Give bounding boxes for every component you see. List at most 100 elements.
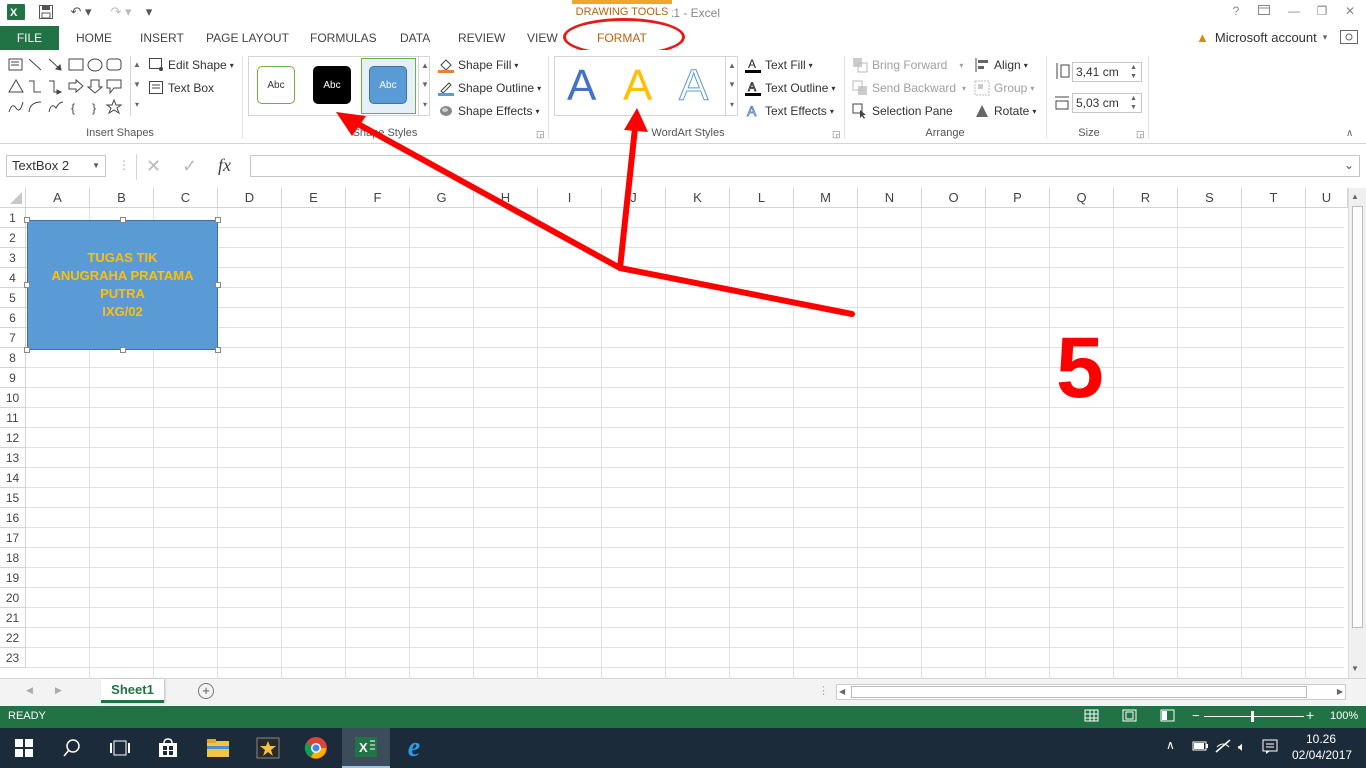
send-backward-button[interactable]: Send Backward ▾ <box>852 79 966 97</box>
row-header[interactable]: 23 <box>0 648 26 668</box>
zoom-out-icon[interactable]: − <box>1192 708 1200 723</box>
excel-taskbar-icon[interactable]: X <box>342 728 390 768</box>
file-explorer-icon[interactable] <box>194 728 242 768</box>
dialog-launcher-icon[interactable]: ◲ <box>536 129 545 140</box>
tab-data[interactable]: DATA <box>400 26 430 50</box>
enter-check-icon[interactable]: ✓ <box>182 156 197 176</box>
tab-formulas[interactable]: FORMULAS <box>310 26 377 50</box>
row-header[interactable]: 19 <box>0 568 26 588</box>
resize-handle[interactable] <box>120 347 126 353</box>
row-header[interactable]: 9 <box>0 368 26 388</box>
column-header[interactable]: L <box>730 188 794 208</box>
row-header[interactable]: 16 <box>0 508 26 528</box>
row-header[interactable]: 12 <box>0 428 26 448</box>
tab-insert[interactable]: INSERT <box>140 26 184 50</box>
column-header[interactable]: I <box>538 188 602 208</box>
zoom-level[interactable]: 100% <box>1330 710 1358 722</box>
column-header[interactable]: R <box>1114 188 1178 208</box>
ribbon-display-options-icon[interactable] <box>1252 4 1276 20</box>
column-header[interactable]: G <box>410 188 474 208</box>
wordart-styles-scroll[interactable]: ▲ ▼ ▾ <box>725 57 738 115</box>
expand-formula-bar-icon[interactable]: ⌄ <box>1344 158 1354 172</box>
select-all-corner[interactable] <box>0 188 26 208</box>
row-header[interactable]: 15 <box>0 488 26 508</box>
smiley-feedback-icon[interactable] <box>1340 30 1360 46</box>
store-icon[interactable] <box>144 728 192 768</box>
column-header[interactable]: A <box>26 188 90 208</box>
account-area[interactable]: ▲ Microsoft account ▾ <box>1196 28 1327 46</box>
selection-pane-button[interactable]: Selection Pane <box>852 102 953 120</box>
collapse-ribbon-icon[interactable]: ∧ <box>1346 128 1353 139</box>
sheet-scroll-right-icon[interactable]: ▶ <box>55 685 62 696</box>
shape-styles-scroll[interactable]: ▲ ▼ ▾ <box>418 57 431 115</box>
row-header[interactable]: 6 <box>0 308 26 328</box>
horizontal-scrollbar[interactable]: ◀ ▶ <box>836 684 1346 700</box>
wordart-style-outline[interactable]: A <box>678 61 708 110</box>
row-header[interactable]: 5 <box>0 288 26 308</box>
shape-outline-button[interactable]: Shape Outline ▾ <box>438 79 541 97</box>
text-effects-button[interactable]: A Text Effects ▾ <box>745 102 834 120</box>
network-icon[interactable] <box>1214 739 1232 753</box>
column-header[interactable]: S <box>1178 188 1242 208</box>
group-button[interactable]: Group ▾ <box>974 79 1034 97</box>
row-header[interactable]: 17 <box>0 528 26 548</box>
insert-function-icon[interactable]: fx <box>218 154 231 176</box>
dialog-launcher-icon[interactable]: ◲ <box>832 129 841 140</box>
column-header[interactable]: U <box>1306 188 1348 208</box>
row-header[interactable]: 4 <box>0 268 26 288</box>
column-header[interactable]: Q <box>1050 188 1114 208</box>
column-header[interactable]: M <box>794 188 858 208</box>
new-sheet-icon[interactable]: + <box>198 683 214 699</box>
bring-forward-button[interactable]: Bring Forward ▾ <box>852 56 963 74</box>
scroll-right-icon[interactable]: ▶ <box>1337 687 1343 696</box>
text-outline-button[interactable]: A Text Outline ▾ <box>745 79 835 97</box>
cancel-icon[interactable]: ✕ <box>146 156 161 176</box>
row-header[interactable]: 18 <box>0 548 26 568</box>
sheet-tab-sheet1[interactable]: Sheet1 <box>101 679 164 703</box>
text-box-button[interactable]: Text Box <box>148 79 214 97</box>
dialog-launcher-icon[interactable]: ◲ <box>1136 129 1145 140</box>
page-break-view-icon[interactable] <box>1160 709 1176 723</box>
tab-page-layout[interactable]: PAGE LAYOUT <box>206 26 289 50</box>
minimize-button[interactable]: — <box>1282 4 1306 20</box>
zoom-slider-thumb[interactable] <box>1251 711 1254 722</box>
restore-button[interactable]: ❐ <box>1310 4 1334 20</box>
width-spinner[interactable]: ▲ ▼ <box>1130 94 1137 112</box>
vertical-scrollbar[interactable]: ▲ ▼ <box>1348 188 1366 678</box>
windows-start-icon[interactable] <box>0 728 48 768</box>
row-header[interactable]: 7 <box>0 328 26 348</box>
column-header[interactable]: F <box>346 188 410 208</box>
height-spinner[interactable]: ▲ ▼ <box>1130 63 1137 81</box>
scroll-left-icon[interactable]: ◀ <box>839 687 845 696</box>
resize-handle[interactable] <box>215 347 221 353</box>
resize-handle[interactable] <box>24 282 30 288</box>
shape-style-blue-fill[interactable]: Abc <box>369 66 407 104</box>
row-header[interactable]: 21 <box>0 608 26 628</box>
column-header[interactable]: O <box>922 188 986 208</box>
shape-effects-button[interactable]: Shape Effects ▾ <box>438 102 540 120</box>
zoom-slider-track[interactable] <box>1204 716 1304 717</box>
shape-style-outline-green[interactable]: Abc <box>257 66 295 104</box>
sheet-scroll-left-icon[interactable]: ◀ <box>26 685 33 696</box>
column-header[interactable]: B <box>90 188 154 208</box>
column-header[interactable]: D <box>218 188 282 208</box>
row-header[interactable]: 3 <box>0 248 26 268</box>
row-header[interactable]: 8 <box>0 348 26 368</box>
wordart-style-gold[interactable]: A <box>623 62 652 110</box>
shape-style-black-fill[interactable]: Abc <box>313 66 351 104</box>
tab-home[interactable]: HOME <box>76 26 112 50</box>
scrollbar-thumb[interactable] <box>1352 206 1363 628</box>
scroll-down-icon[interactable]: ▼ <box>1351 664 1359 673</box>
page-layout-view-icon[interactable] <box>1122 709 1138 723</box>
row-header[interactable]: 10 <box>0 388 26 408</box>
textbox-shape[interactable]: TUGAS TIK ANUGRAHA PRATAMA PUTRA IXG/02 <box>27 220 218 350</box>
normal-view-icon[interactable] <box>1084 709 1100 723</box>
column-header[interactable]: J <box>602 188 666 208</box>
show-hidden-icons-icon[interactable]: ∧ <box>1166 738 1175 752</box>
task-view-icon[interactable] <box>96 728 144 768</box>
scroll-up-icon[interactable]: ▲ <box>1351 192 1359 201</box>
name-box[interactable]: TextBox 2 ▼ <box>6 155 106 177</box>
column-header[interactable]: E <box>282 188 346 208</box>
tab-file[interactable]: FILE <box>0 26 59 50</box>
column-header[interactable]: K <box>666 188 730 208</box>
